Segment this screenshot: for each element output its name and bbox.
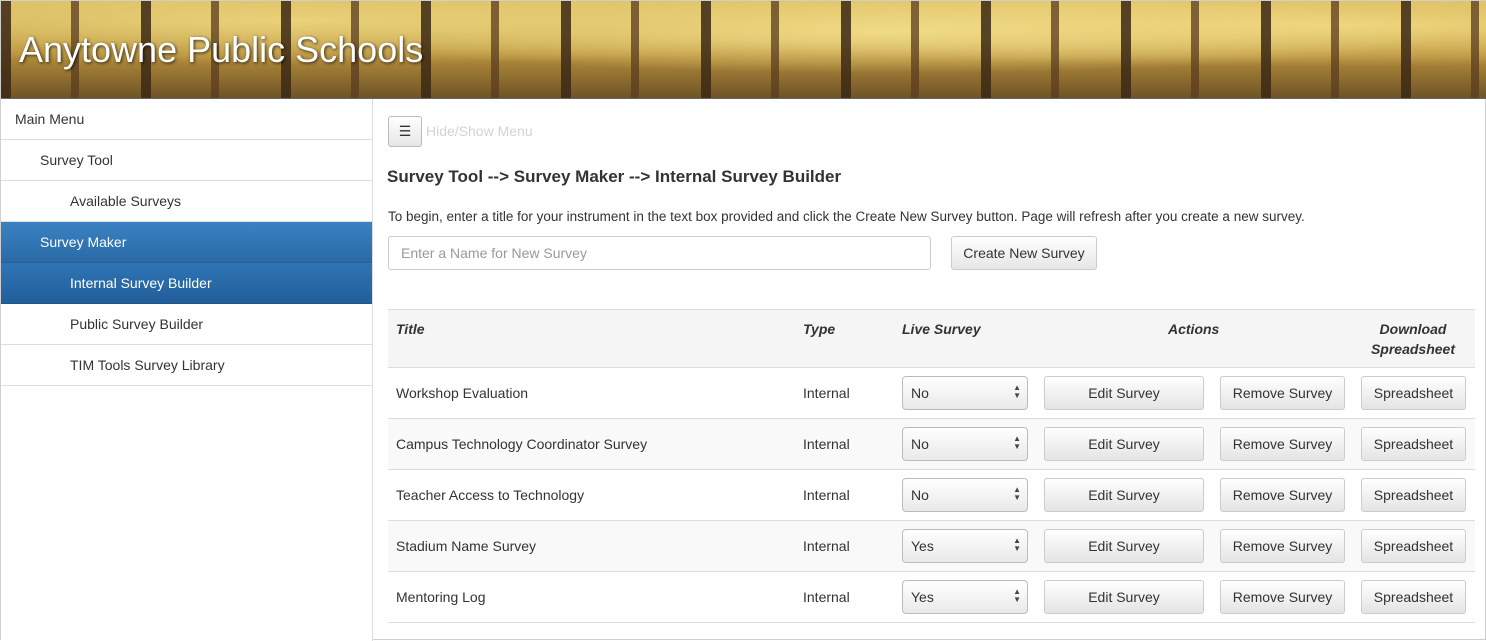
table-row: Stadium Name Survey Internal Yes ▲ ▼ Edit … [388, 521, 1475, 572]
edit-survey-button[interactable]: Edit Survey [1044, 478, 1204, 512]
table-row: Mentoring Log Internal Yes ▲ ▼ Edit Survey… [388, 572, 1475, 623]
live-survey-select[interactable]: No ▲ ▼ [902, 478, 1028, 512]
edit-survey-button[interactable]: Edit Survey [1044, 427, 1204, 461]
row-title: Teacher Access to Technology [396, 487, 585, 503]
page-breadcrumb: Survey Tool --> Survey Maker --> Interna… [387, 167, 842, 186]
row-title: Stadium Name Survey [396, 538, 537, 554]
spreadsheet-button[interactable]: Spreadsheet [1361, 529, 1466, 563]
table-row: Teacher Access to Technology Internal No… [388, 470, 1475, 521]
sidebar-nav: Main Menu Survey Tool Available Surveys … [1, 99, 373, 641]
select-arrows-icon: ▲ ▼ [1013, 587, 1021, 605]
live-survey-value: No [911, 385, 929, 401]
spreadsheet-button[interactable]: Spreadsheet [1361, 478, 1466, 512]
header-live-survey: Live Survey [902, 321, 981, 337]
app-frame: Anytowne Public Schools Main Menu Survey… [0, 0, 1486, 641]
new-survey-name-input[interactable] [388, 236, 931, 270]
select-arrows-icon: ▲ ▼ [1013, 434, 1021, 452]
select-arrows-icon: ▲ ▼ [1013, 485, 1021, 503]
table-row: Campus Technology Coordinator Survey Int… [388, 419, 1475, 470]
remove-survey-button[interactable]: Remove Survey [1220, 478, 1345, 512]
remove-survey-button[interactable]: Remove Survey [1220, 580, 1345, 614]
row-type: Internal [803, 538, 850, 554]
header-download-line1: Download [1379, 321, 1447, 337]
table-body: Workshop Evaluation Internal No ▲ ▼ Edit S… [388, 368, 1475, 623]
hamburger-icon: ☰ [398, 123, 412, 139]
select-arrows-icon: ▲ ▼ [1013, 383, 1021, 401]
spreadsheet-button[interactable]: Spreadsheet [1361, 580, 1466, 614]
edit-survey-button[interactable]: Edit Survey [1044, 529, 1204, 563]
surveys-table: Title Type Live Survey Actions Download … [388, 309, 1475, 623]
row-type: Internal [803, 385, 850, 401]
sidebar-item-main-menu[interactable]: Main Menu [1, 99, 372, 140]
live-survey-value: Yes [911, 589, 934, 605]
live-survey-value: No [911, 436, 929, 452]
edit-survey-button[interactable]: Edit Survey [1044, 376, 1204, 410]
sidebar-item-survey-tool[interactable]: Survey Tool [1, 140, 372, 181]
sidebar-item-public-survey-builder[interactable]: Public Survey Builder [1, 304, 372, 345]
menu-toggle-button[interactable]: ☰ [388, 116, 422, 147]
live-survey-select[interactable]: No ▲ ▼ [902, 376, 1028, 410]
remove-survey-button[interactable]: Remove Survey [1220, 529, 1345, 563]
edit-survey-button[interactable]: Edit Survey [1044, 580, 1204, 614]
live-survey-select[interactable]: Yes ▲ ▼ [902, 580, 1028, 614]
header-banner: Anytowne Public Schools [1, 1, 1486, 99]
row-type: Internal [803, 589, 850, 605]
row-type: Internal [803, 487, 850, 503]
live-survey-select[interactable]: No ▲ ▼ [902, 427, 1028, 461]
spreadsheet-button[interactable]: Spreadsheet [1361, 376, 1466, 410]
site-title: Anytowne Public Schools [19, 29, 424, 70]
header-actions: Actions [1168, 321, 1220, 337]
header-title: Title [396, 321, 425, 337]
sidebar-item-available-surveys[interactable]: Available Surveys [1, 181, 372, 222]
create-new-survey-button[interactable]: Create New Survey [951, 236, 1097, 270]
row-type: Internal [803, 436, 850, 452]
main-content: ☰ Hide/Show Menu Survey Tool --> Survey … [373, 99, 1486, 641]
sidebar-item-tim-tools-survey-library[interactable]: TIM Tools Survey Library [1, 345, 372, 386]
row-title: Mentoring Log [396, 589, 486, 605]
sidebar-item-internal-survey-builder[interactable]: Internal Survey Builder [1, 263, 372, 304]
header-download-line2: Spreadsheet [1370, 341, 1456, 357]
header-type: Type [803, 321, 836, 337]
remove-survey-button[interactable]: Remove Survey [1220, 376, 1345, 410]
row-title: Campus Technology Coordinator Survey [396, 436, 648, 452]
row-title: Workshop Evaluation [396, 385, 529, 401]
live-survey-value: Yes [911, 538, 934, 554]
live-survey-select[interactable]: Yes ▲ ▼ [902, 529, 1028, 563]
instructions-text: To begin, enter a title for your instrum… [388, 209, 1305, 224]
menu-toggle-label: Hide/Show Menu [426, 123, 533, 139]
select-arrows-icon: ▲ ▼ [1013, 536, 1021, 554]
live-survey-value: No [911, 487, 929, 503]
table-header: Title Type Live Survey Actions Download … [388, 310, 1475, 368]
remove-survey-button[interactable]: Remove Survey [1220, 427, 1345, 461]
sidebar-item-survey-maker[interactable]: Survey Maker [1, 222, 372, 263]
table-row: Workshop Evaluation Internal No ▲ ▼ Edit S… [388, 368, 1475, 419]
spreadsheet-button[interactable]: Spreadsheet [1361, 427, 1466, 461]
